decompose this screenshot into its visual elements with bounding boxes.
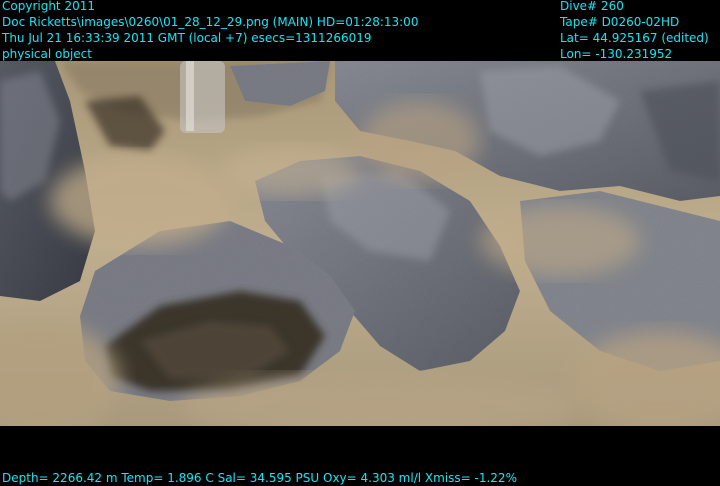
latitude-line: Lat= 44.925167 (edited) [560,31,709,45]
image-path-line: Doc Ricketts\images\0260\01_28_12_29.png… [2,15,419,29]
overlay-top-left: Copyright 2011 Doc Ricketts\images\0260\… [2,0,418,62]
timestamp-line: Thu Jul 21 16:33:39 2011 GMT (local +7) … [2,31,372,45]
telemetry-line: Depth= 2266.42 m Temp= 1.896 C Sal= 34.5… [2,471,517,485]
seafloor-photo [0,61,720,426]
overlay-top-right: Dive# 260 Tape# D0260-02HD Lat= 44.92516… [560,0,709,62]
longitude-line: Lon= -130.231952 [560,47,673,61]
annotation-line: physical object [2,47,92,61]
video-frame: Copyright 2011 Doc Ricketts\images\0260\… [0,0,720,486]
copyright-line: Copyright 2011 [2,0,95,13]
tape-number-line: Tape# D0260-02HD [560,15,680,29]
dive-number-line: Dive# 260 [560,0,624,13]
overlay-bottom: Depth= 2266.42 m Temp= 1.896 C Sal= 34.5… [2,470,517,486]
